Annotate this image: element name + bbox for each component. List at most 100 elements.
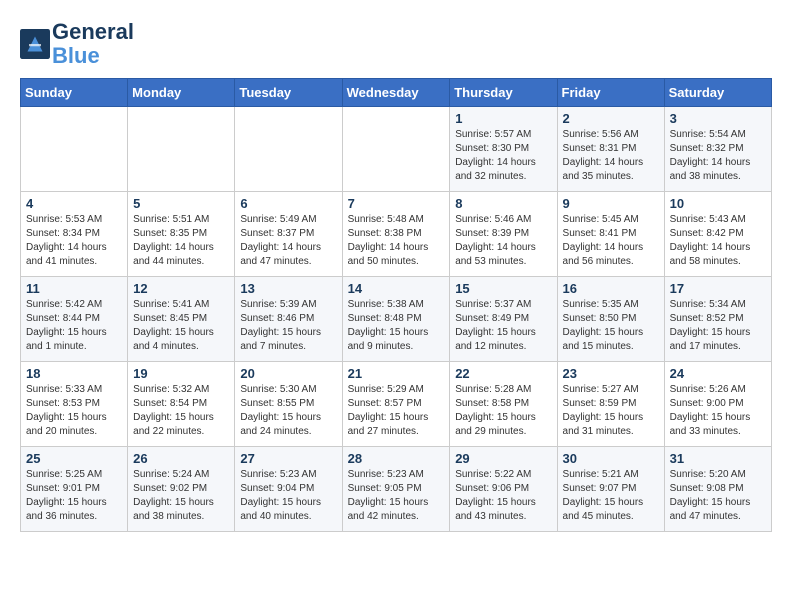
- day-number: 17: [670, 281, 766, 296]
- day-detail: Sunrise: 5:35 AMSunset: 8:50 PMDaylight:…: [563, 298, 659, 354]
- calendar-cell: 27 Sunrise: 5:23 AMSunset: 9:04 PMDayligh…: [235, 447, 342, 532]
- day-detail: Sunrise: 5:43 AMSunset: 8:42 PMDaylight:…: [670, 213, 766, 269]
- day-detail: Sunrise: 5:34 AMSunset: 8:52 PMDaylight:…: [670, 298, 766, 354]
- calendar-cell: 7Sunrise: 5:48 AMSunset: 8:38 PMDaylight…: [342, 192, 450, 277]
- day-detail: Sunrise: 5:56 AMSunset: 8:31 PMDaylight:…: [563, 128, 659, 184]
- day-detail: Sunrise: 5:51 AMSunset: 8:35 PMDaylight:…: [133, 213, 229, 269]
- day-detail: Sunrise: 5:20 AMSunset: 9:08 PMDaylight:…: [670, 468, 766, 524]
- day-detail: Sunrise: 5:21 AMSunset: 9:07 PMDaylight:…: [563, 468, 659, 524]
- calendar-cell: 16 Sunrise: 5:35 AMSunset: 8:50 PMDayligh…: [557, 277, 664, 362]
- calendar-cell: 21 Sunrise: 5:29 AMSunset: 8:57 PMDayligh…: [342, 362, 450, 447]
- calendar-cell: [235, 107, 342, 192]
- calendar-cell: 9Sunrise: 5:45 AMSunset: 8:41 PMDaylight…: [557, 192, 664, 277]
- day-detail: Sunrise: 5:41 AMSunset: 8:45 PMDaylight:…: [133, 298, 229, 354]
- calendar-week-row: 18 Sunrise: 5:33 AMSunset: 8:53 PMDayligh…: [21, 362, 772, 447]
- weekday-header-row: SundayMondayTuesdayWednesdayThursdayFrid…: [21, 79, 772, 107]
- day-number: 5: [133, 196, 229, 211]
- day-number: 21: [348, 366, 445, 381]
- calendar-cell: 31 Sunrise: 5:20 AMSunset: 9:08 PMDayligh…: [664, 447, 771, 532]
- calendar-cell: 3Sunrise: 5:54 AMSunset: 8:32 PMDaylight…: [664, 107, 771, 192]
- calendar-table: SundayMondayTuesdayWednesdayThursdayFrid…: [20, 78, 772, 532]
- weekday-header: Thursday: [450, 79, 557, 107]
- weekday-header: Tuesday: [235, 79, 342, 107]
- day-number: 18: [26, 366, 122, 381]
- day-detail: Sunrise: 5:25 AMSunset: 9:01 PMDaylight:…: [26, 468, 122, 524]
- calendar-cell: 2 Sunrise: 5:56 AMSunset: 8:31 PMDaylight…: [557, 107, 664, 192]
- calendar-cell: 28 Sunrise: 5:23 AMSunset: 9:05 PMDayligh…: [342, 447, 450, 532]
- calendar-week-row: 11Sunrise: 5:42 AMSunset: 8:44 PMDayligh…: [21, 277, 772, 362]
- day-number: 28: [348, 451, 445, 466]
- calendar-cell: 11Sunrise: 5:42 AMSunset: 8:44 PMDayligh…: [21, 277, 128, 362]
- day-number: 22: [455, 366, 551, 381]
- day-detail: Sunrise: 5:38 AMSunset: 8:48 PMDaylight:…: [348, 298, 445, 354]
- day-number: 10: [670, 196, 766, 211]
- day-detail: Sunrise: 5:57 AMSunset: 8:30 PMDaylight:…: [455, 128, 551, 184]
- day-number: 23: [563, 366, 659, 381]
- calendar-cell: 30 Sunrise: 5:21 AMSunset: 9:07 PMDayligh…: [557, 447, 664, 532]
- calendar-week-row: 4 Sunrise: 5:53 AMSunset: 8:34 PMDaylight…: [21, 192, 772, 277]
- calendar-cell: 8 Sunrise: 5:46 AMSunset: 8:39 PMDaylight…: [450, 192, 557, 277]
- day-detail: Sunrise: 5:33 AMSunset: 8:53 PMDaylight:…: [26, 383, 122, 439]
- day-detail: Sunrise: 5:23 AMSunset: 9:05 PMDaylight:…: [348, 468, 445, 524]
- day-detail: Sunrise: 5:32 AMSunset: 8:54 PMDaylight:…: [133, 383, 229, 439]
- day-detail: Sunrise: 5:29 AMSunset: 8:57 PMDaylight:…: [348, 383, 445, 439]
- day-number: 30: [563, 451, 659, 466]
- day-number: 4: [26, 196, 122, 211]
- weekday-header: Friday: [557, 79, 664, 107]
- calendar-cell: 24Sunrise: 5:26 AMSunset: 9:00 PMDayligh…: [664, 362, 771, 447]
- calendar-cell: 13 Sunrise: 5:39 AMSunset: 8:46 PMDayligh…: [235, 277, 342, 362]
- day-detail: Sunrise: 5:37 AMSunset: 8:49 PMDaylight:…: [455, 298, 551, 354]
- day-number: 19: [133, 366, 229, 381]
- day-detail: Sunrise: 5:49 AMSunset: 8:37 PMDaylight:…: [240, 213, 336, 269]
- calendar-cell: 29Sunrise: 5:22 AMSunset: 9:06 PMDayligh…: [450, 447, 557, 532]
- day-number: 20: [240, 366, 336, 381]
- calendar-cell: 10 Sunrise: 5:43 AMSunset: 8:42 PMDayligh…: [664, 192, 771, 277]
- calendar-cell: 15 Sunrise: 5:37 AMSunset: 8:49 PMDayligh…: [450, 277, 557, 362]
- day-detail: Sunrise: 5:42 AMSunset: 8:44 PMDaylight:…: [26, 298, 122, 354]
- calendar-cell: [128, 107, 235, 192]
- day-number: 2: [563, 111, 659, 126]
- calendar-week-row: 1Sunrise: 5:57 AMSunset: 8:30 PMDaylight…: [21, 107, 772, 192]
- logo: GeneralBlue: [20, 20, 134, 68]
- day-number: 31: [670, 451, 766, 466]
- weekday-header: Saturday: [664, 79, 771, 107]
- day-number: 6: [240, 196, 336, 211]
- weekday-header: Monday: [128, 79, 235, 107]
- calendar-cell: 5 Sunrise: 5:51 AMSunset: 8:35 PMDaylight…: [128, 192, 235, 277]
- day-number: 3: [670, 111, 766, 126]
- day-number: 16: [563, 281, 659, 296]
- day-detail: Sunrise: 5:28 AMSunset: 8:58 PMDaylight:…: [455, 383, 551, 439]
- day-detail: Sunrise: 5:22 AMSunset: 9:06 PMDaylight:…: [455, 468, 551, 524]
- day-detail: Sunrise: 5:45 AMSunset: 8:41 PMDaylight:…: [563, 213, 659, 269]
- logo-icon: [20, 29, 50, 59]
- calendar-cell: 20Sunrise: 5:30 AMSunset: 8:55 PMDayligh…: [235, 362, 342, 447]
- day-number: 14: [348, 281, 445, 296]
- day-number: 15: [455, 281, 551, 296]
- day-number: 13: [240, 281, 336, 296]
- day-detail: Sunrise: 5:46 AMSunset: 8:39 PMDaylight:…: [455, 213, 551, 269]
- day-detail: Sunrise: 5:53 AMSunset: 8:34 PMDaylight:…: [26, 213, 122, 269]
- calendar-cell: 6 Sunrise: 5:49 AMSunset: 8:37 PMDaylight…: [235, 192, 342, 277]
- calendar-cell: 22 Sunrise: 5:28 AMSunset: 8:58 PMDayligh…: [450, 362, 557, 447]
- day-number: 27: [240, 451, 336, 466]
- day-detail: Sunrise: 5:39 AMSunset: 8:46 PMDaylight:…: [240, 298, 336, 354]
- day-detail: Sunrise: 5:24 AMSunset: 9:02 PMDaylight:…: [133, 468, 229, 524]
- page-header: GeneralBlue: [20, 20, 772, 68]
- calendar-cell: 23 Sunrise: 5:27 AMSunset: 8:59 PMDayligh…: [557, 362, 664, 447]
- weekday-header: Wednesday: [342, 79, 450, 107]
- calendar-cell: 17 Sunrise: 5:34 AMSunset: 8:52 PMDayligh…: [664, 277, 771, 362]
- day-number: 26: [133, 451, 229, 466]
- calendar-cell: 1Sunrise: 5:57 AMSunset: 8:30 PMDaylight…: [450, 107, 557, 192]
- calendar-cell: 25Sunrise: 5:25 AMSunset: 9:01 PMDayligh…: [21, 447, 128, 532]
- logo-text: GeneralBlue: [52, 20, 134, 68]
- day-detail: Sunrise: 5:48 AMSunset: 8:38 PMDaylight:…: [348, 213, 445, 269]
- day-number: 24: [670, 366, 766, 381]
- calendar-cell: 4 Sunrise: 5:53 AMSunset: 8:34 PMDaylight…: [21, 192, 128, 277]
- weekday-header: Sunday: [21, 79, 128, 107]
- day-detail: Sunrise: 5:23 AMSunset: 9:04 PMDaylight:…: [240, 468, 336, 524]
- day-number: 12: [133, 281, 229, 296]
- calendar-cell: 18 Sunrise: 5:33 AMSunset: 8:53 PMDayligh…: [21, 362, 128, 447]
- calendar-cell: 19 Sunrise: 5:32 AMSunset: 8:54 PMDayligh…: [128, 362, 235, 447]
- day-detail: Sunrise: 5:27 AMSunset: 8:59 PMDaylight:…: [563, 383, 659, 439]
- day-number: 8: [455, 196, 551, 211]
